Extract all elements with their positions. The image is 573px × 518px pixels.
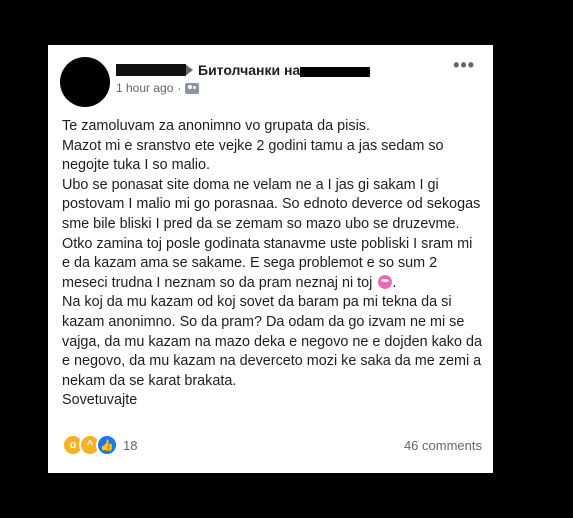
- paragraph-2: Mazot mi e sranstvo ete vejke 2 godini t…: [62, 137, 448, 174]
- timestamp[interactable]: 1 hour ago: [116, 81, 173, 95]
- group-privacy-icon[interactable]: [185, 82, 200, 94]
- flushed-emoji-icon: [378, 274, 393, 289]
- author-redaction: [116, 64, 186, 76]
- group-name-redaction: [300, 67, 371, 77]
- paragraph-5: Sovetuvajte: [62, 392, 138, 409]
- like-reaction-icon: 👍: [96, 434, 118, 456]
- reaction-count: 18: [123, 437, 138, 453]
- post-header: Anna Esz Битолчанки на: [116, 60, 371, 80]
- comments-count[interactable]: 46 comments: [404, 438, 482, 453]
- more-options-icon[interactable]: •••: [453, 55, 475, 76]
- post-body: Te zamoluvam za anonimno vo grupata da p…: [62, 118, 487, 409]
- group-name[interactable]: Битолчанки на: [198, 62, 371, 78]
- post-meta: 1 hour ago ·: [116, 81, 200, 95]
- post-footer: o ^ 👍 18 46 comments: [62, 433, 482, 457]
- author-name[interactable]: Anna Esz: [116, 62, 186, 78]
- author-avatar[interactable]: [60, 57, 110, 107]
- paragraph-3: Ubo se ponasat site doma ne velam ne a I…: [62, 176, 485, 291]
- meta-separator: ·: [177, 81, 182, 95]
- shared-to-arrow-icon: [185, 64, 194, 76]
- paragraph-1: Te zamoluvam za anonimno vo grupata da p…: [62, 118, 370, 134]
- reactions-summary[interactable]: o ^ 👍 18: [62, 434, 137, 456]
- paragraph-4: Na koj da mu kazam od koj sovet da baram…: [62, 294, 487, 389]
- post-card: Anna Esz Битолчанки на 1 hour ago · ••• …: [48, 45, 493, 473]
